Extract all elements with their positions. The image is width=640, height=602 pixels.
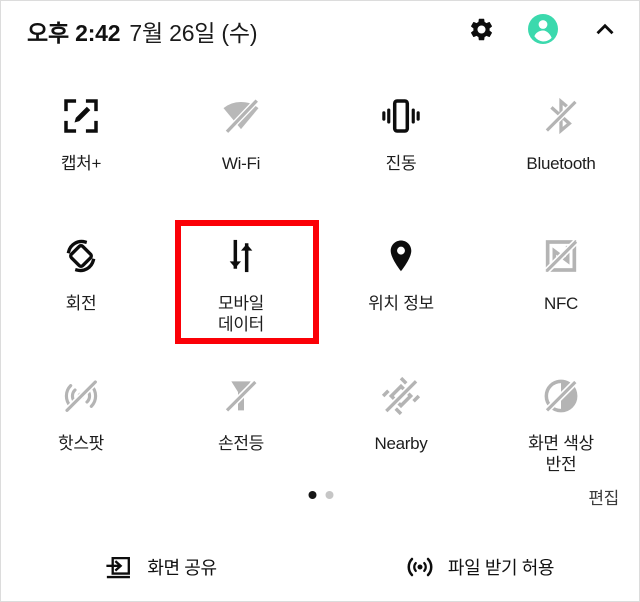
- page-indicator: [308, 491, 334, 499]
- avatar: [528, 14, 558, 44]
- tile-bluetooth[interactable]: Bluetooth: [481, 77, 639, 217]
- user-profile-button[interactable]: [525, 11, 561, 47]
- collapse-panel-button[interactable]: [587, 11, 623, 47]
- capture-plus-icon: [58, 93, 104, 139]
- color-invert-off-icon: [538, 373, 584, 419]
- tile-mobile-data[interactable]: 모바일 데이터: [161, 217, 321, 357]
- tile-label: 회전: [65, 294, 97, 313]
- header-actions: [463, 11, 623, 47]
- tile-flashlight[interactable]: 손전등: [161, 357, 321, 497]
- clock-date: 7월 26일 (수): [129, 20, 258, 46]
- screen-share-icon: [104, 552, 134, 582]
- file-receive-icon: [405, 552, 435, 582]
- tile-label: NFC: [543, 294, 579, 313]
- tile-label: 모바일 데이터: [217, 294, 265, 334]
- clock-time: 오후 2:42: [27, 20, 121, 46]
- page-dot-1[interactable]: [308, 491, 317, 499]
- vibrate-icon: [378, 93, 424, 139]
- auto-rotate-icon: [58, 233, 104, 279]
- bottom-item-label: 화면 공유: [147, 558, 217, 578]
- clock-and-date: 오후 2:42 7월 26일 (수): [27, 14, 258, 48]
- flashlight-off-icon: [218, 373, 264, 419]
- tile-vibrate[interactable]: 진동: [321, 77, 481, 217]
- tile-label: 위치 정보: [368, 294, 434, 313]
- tile-label: Wi-Fi: [221, 154, 261, 173]
- quick-settings-tiles: 캡처+ Wi-Fi 진동 Bluetooth 회전 모바일 데이터 위치 정보 …: [1, 77, 639, 497]
- tile-label: 화면 색상 반전: [528, 434, 594, 474]
- tile-label: Nearby: [374, 434, 428, 453]
- edit-button[interactable]: 편집: [588, 484, 619, 509]
- gear-icon: [468, 16, 495, 43]
- tile-nearby[interactable]: Nearby: [321, 357, 481, 497]
- screen-share-button[interactable]: 화면 공유: [1, 552, 320, 582]
- pager-row: 편집: [1, 484, 639, 516]
- settings-button[interactable]: [463, 11, 499, 47]
- tile-hotspot[interactable]: 핫스팟: [1, 357, 161, 497]
- tile-label: 캡처+: [60, 154, 102, 173]
- status-header: 오후 2:42 7월 26일 (수): [1, 1, 639, 59]
- tile-auto-rotate[interactable]: 회전: [1, 217, 161, 357]
- tile-label: Bluetooth: [526, 154, 596, 173]
- tile-label: 손전등: [217, 434, 265, 453]
- page-dot-2[interactable]: [325, 491, 334, 499]
- bottom-action-bar: 화면 공유 파일 받기 허용: [1, 533, 639, 601]
- tile-wifi[interactable]: Wi-Fi: [161, 77, 321, 217]
- mobile-data-icon: [218, 233, 264, 279]
- tile-nfc[interactable]: NFC: [481, 217, 639, 357]
- hotspot-off-icon: [58, 373, 104, 419]
- file-receive-button[interactable]: 파일 받기 허용: [320, 552, 639, 582]
- tile-capture-plus[interactable]: 캡처+: [1, 77, 161, 217]
- location-pin-icon: [378, 233, 424, 279]
- bluetooth-off-icon: [538, 93, 584, 139]
- tile-label: 핫스팟: [57, 434, 105, 453]
- wifi-off-icon: [218, 93, 264, 139]
- tile-location[interactable]: 위치 정보: [321, 217, 481, 357]
- nfc-off-icon: [538, 233, 584, 279]
- chevron-up-icon: [592, 16, 618, 42]
- nearby-off-icon: [378, 373, 424, 419]
- bottom-item-label: 파일 받기 허용: [447, 558, 555, 578]
- tile-label: 진동: [385, 154, 417, 173]
- quick-settings-panel: 오후 2:42 7월 26일 (수) 캡처+ Wi-Fi 진동 Bluetoot…: [0, 0, 640, 602]
- tile-color-inversion[interactable]: 화면 색상 반전: [481, 357, 639, 497]
